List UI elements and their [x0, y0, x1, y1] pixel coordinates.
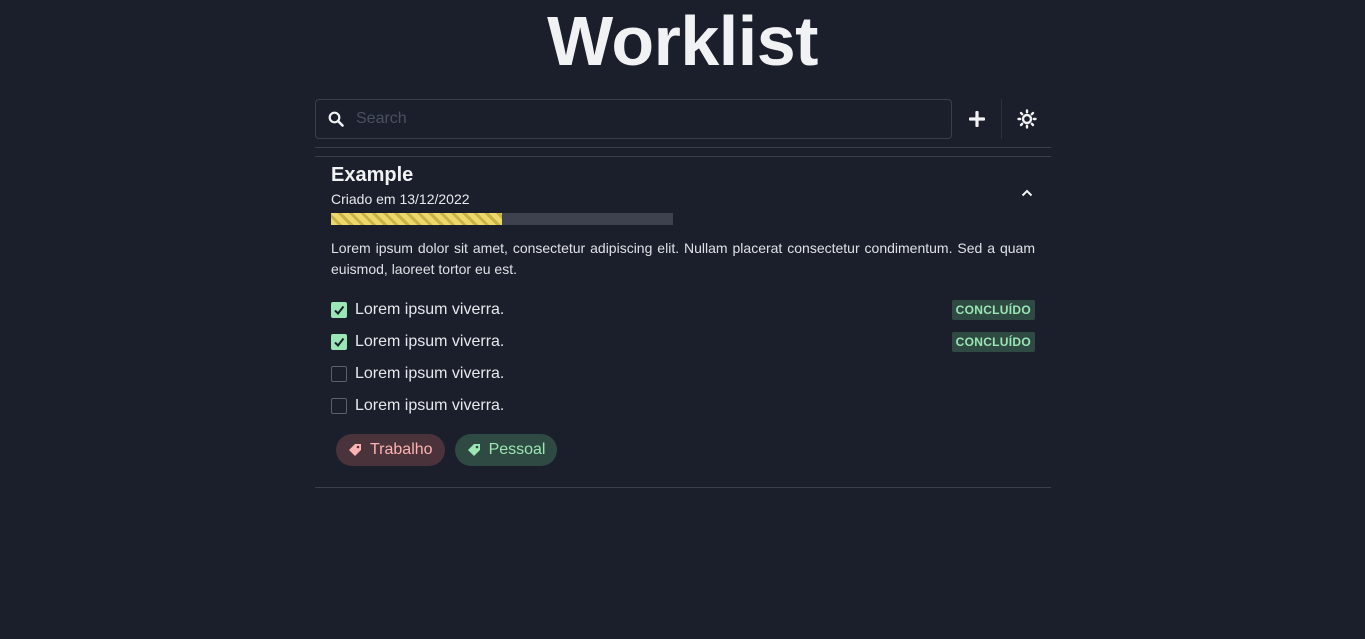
tag-pessoal[interactable]: Pessoal — [454, 434, 558, 466]
task-label: Lorem ipsum viverra. — [355, 301, 505, 318]
plus-icon — [968, 111, 985, 127]
tag-trabalho[interactable]: Trabalho — [336, 434, 445, 466]
check-icon — [334, 337, 345, 348]
collapse-button[interactable] — [1019, 185, 1035, 201]
task-label: Lorem ipsum viverra. — [355, 333, 505, 350]
task-item: Lorem ipsum viverra. — [331, 358, 1035, 390]
tag-label: Trabalho — [370, 441, 433, 458]
status-badge: CONCLUÍDO — [951, 332, 1035, 352]
toolbar — [315, 99, 1051, 139]
app-title: Worklist — [547, 2, 818, 80]
chevron-up-icon — [1021, 189, 1033, 197]
tag-label: Pessoal — [488, 441, 546, 458]
status-badge: CONCLUÍDO — [951, 300, 1035, 320]
progress-bar — [331, 213, 673, 225]
progress-fill — [331, 213, 502, 225]
search-box — [315, 99, 953, 139]
check-icon — [334, 305, 345, 316]
sun-icon — [1016, 109, 1037, 129]
task-checkbox[interactable] — [331, 334, 347, 350]
worklist-title: Example — [331, 164, 414, 186]
task-label: Lorem ipsum viverra. — [355, 397, 505, 414]
theme-toggle-button[interactable] — [1002, 99, 1051, 139]
task-item: Lorem ipsum viverra. — [331, 390, 1035, 422]
tag-icon — [467, 444, 480, 456]
task-checkbox[interactable] — [331, 398, 347, 414]
worklist-created-date: Criado em 13/12/2022 — [331, 191, 470, 207]
divider — [315, 487, 1051, 488]
tag-icon — [349, 444, 361, 456]
divider — [315, 147, 1051, 148]
tag-list: Trabalho Pessoal — [336, 434, 1035, 466]
task-checkbox[interactable] — [331, 366, 347, 382]
main-container: Example Criado em 13/12/2022 Lorem ipsum… — [315, 99, 1051, 488]
add-button[interactable] — [952, 99, 1001, 139]
search-input[interactable] — [316, 100, 952, 138]
task-label: Lorem ipsum viverra. — [355, 365, 505, 382]
search-icon — [328, 111, 344, 127]
worklist-description: Lorem ipsum dolor sit amet, consectetur … — [331, 240, 1035, 277]
task-item: Lorem ipsum viverra. CONCLUÍDO — [331, 326, 1035, 358]
task-list: Lorem ipsum viverra. CONCLUÍDO Lorem ips… — [331, 294, 1035, 422]
worklist-card: Example Criado em 13/12/2022 Lorem ipsum… — [315, 157, 1051, 466]
task-item: Lorem ipsum viverra. CONCLUÍDO — [331, 294, 1035, 326]
task-checkbox[interactable] — [331, 302, 347, 318]
